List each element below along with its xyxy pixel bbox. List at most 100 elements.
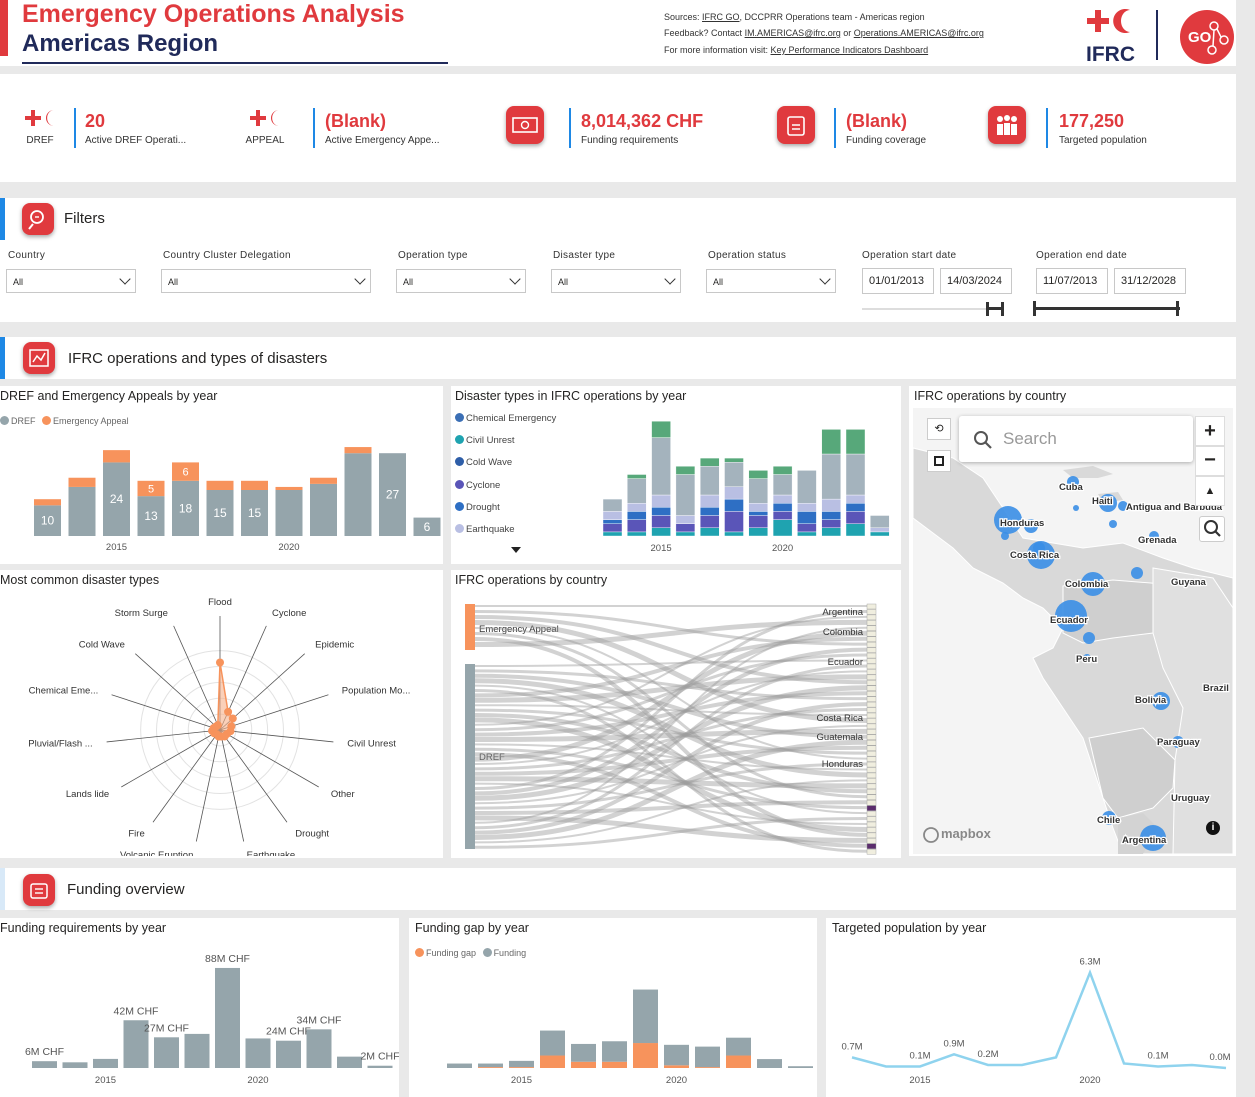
data-label: 5 — [148, 483, 154, 495]
funding-section-header: Funding overview — [0, 868, 1236, 910]
disaster-type-filter-select[interactable]: All — [551, 269, 681, 293]
radar-category-label: Pluvial/Flash ... — [28, 738, 92, 749]
sankey-target-node — [866, 685, 877, 691]
bar-segment — [821, 429, 841, 455]
kpi-funding-requirements-value: 8,014,362 CHF — [581, 111, 704, 131]
bar-segment — [724, 531, 744, 537]
sankey-target-node — [866, 832, 877, 839]
lasso-tool-button[interactable]: ⟲ — [927, 418, 951, 440]
dref-appeals-chart: 10 24 13 5 18 6 15 15 27 6 2015 2020 — [34, 447, 441, 553]
kpi-dashboard-link[interactable]: Key Performance Indicators Dashboard — [771, 45, 929, 55]
appeal-icon: APPEAL — [240, 108, 290, 146]
mapbox-attribution: mapbox — [941, 826, 992, 841]
operation-type-filter-select[interactable]: All — [396, 269, 526, 293]
data-label: 15 — [213, 506, 227, 520]
sankey-target-label: Argentina — [822, 607, 863, 618]
search-icon — [974, 431, 992, 449]
kpi-active-appeals-label: Active Emergency Appe... — [325, 135, 440, 146]
map-canvas[interactable]: Cuba Haiti Honduras Antigua and Barbuda … — [913, 408, 1233, 854]
bar-segment — [724, 511, 744, 533]
zoom-in-button[interactable]: + — [1195, 416, 1225, 446]
im-email-link[interactable]: IM.AMERICAS@ifrc.org — [745, 28, 841, 38]
sankey-target-node — [866, 609, 877, 615]
bar-funding-gap — [571, 1061, 596, 1068]
svg-text:GO: GO — [1188, 29, 1212, 46]
end-date-to[interactable]: 31/12/2028 — [1114, 268, 1186, 294]
radar-category-label: Epidemic — [315, 639, 354, 650]
zoom-out-button[interactable]: − — [1195, 446, 1225, 476]
legend-scroll-down-icon[interactable] — [511, 547, 521, 553]
bar-segment — [651, 527, 671, 537]
bar-funding — [540, 1030, 565, 1056]
map-search-box[interactable]: Search — [959, 416, 1193, 462]
data-label: 6 — [424, 520, 431, 534]
data-label: 0.7M — [841, 1041, 862, 1052]
bar-funding — [788, 1066, 813, 1068]
bar-funding — [757, 1059, 782, 1068]
country-filter-label: Country — [8, 250, 46, 261]
bar-funding — [478, 1063, 503, 1068]
bar-funding-gap — [509, 1067, 534, 1068]
legend-item[interactable]: Cyclone — [455, 479, 556, 502]
operation-status-filter-select[interactable]: All — [706, 269, 836, 293]
country-filter-select[interactable]: All — [6, 269, 136, 293]
radar-category-label: Earthquake — [247, 850, 296, 856]
data-label: 0.1M — [1147, 1050, 1168, 1061]
legend-item[interactable]: Civil Unrest — [455, 435, 556, 457]
info-icon[interactable]: i — [1206, 821, 1220, 835]
operations-email-link[interactable]: Operations.AMERICAS@ifrc.org — [854, 28, 984, 38]
bar-segment — [748, 515, 769, 529]
bar-segment — [675, 523, 696, 533]
bar-segment — [748, 470, 769, 479]
legend-item[interactable]: Drought — [455, 501, 556, 524]
page-subtitle: Americas Region — [22, 30, 219, 57]
bar-funding-gap — [726, 1055, 751, 1068]
cluster-filter-label: Country Cluster Delegation — [163, 250, 291, 261]
bar-segment — [675, 515, 696, 524]
ifrc-logo-text: IFRC — [1086, 43, 1135, 66]
select-tool-button[interactable] — [927, 450, 951, 472]
bar-appeal — [34, 499, 61, 506]
sankey-target-node — [866, 756, 877, 762]
bar-segment — [627, 531, 647, 537]
map-zoom-search-button[interactable] — [1199, 516, 1225, 542]
kpi-funding-requirements-label: Funding requirements — [581, 135, 679, 146]
sankey-target-node — [866, 620, 877, 626]
bar-segment — [651, 507, 671, 516]
title-accent-bar — [0, 0, 8, 56]
bar-segment — [772, 474, 793, 496]
header-panel: Emergency Operations Analysis Americas R… — [0, 0, 1236, 66]
start-date-from[interactable]: 01/01/2013 — [862, 268, 934, 294]
cluster-filter-select[interactable]: All — [161, 269, 371, 293]
legend-item[interactable]: Earthquake — [455, 523, 556, 546]
sankey-target-label: Ecuador — [828, 657, 863, 668]
end-date-from[interactable]: 11/07/2013 — [1036, 268, 1108, 294]
bar-segment — [772, 519, 793, 537]
go-logo[interactable]: GO — [1180, 10, 1234, 64]
bar-funding-requirement — [32, 1061, 57, 1068]
dref-appeals-legend: DREF Emergency Appeal — [0, 416, 129, 426]
end-date-slider-handle-left[interactable] — [1033, 301, 1036, 316]
end-date-slider-handle-right[interactable] — [1176, 301, 1179, 316]
svg-text:Haiti: Haiti — [1092, 496, 1113, 507]
end-date-label: Operation end date — [1036, 250, 1128, 261]
compass-button[interactable]: ▲ — [1195, 476, 1225, 506]
legend-item[interactable]: Cold Wave — [455, 457, 556, 479]
bar-appeal — [344, 447, 372, 454]
start-date-slider-handle[interactable] — [986, 302, 1004, 316]
sankey-target-node — [866, 625, 877, 631]
sankey-target-node — [866, 669, 877, 675]
common-disasters-title: Most common disaster types — [0, 573, 160, 587]
ifrc-go-link[interactable]: IFRC GO — [702, 12, 740, 22]
bar-segment — [748, 478, 769, 504]
map-card: IFRC operations by country Cuba Haiti Ho… — [909, 386, 1236, 856]
end-date-slider-track[interactable] — [1034, 307, 1180, 310]
disaster-icon — [23, 342, 55, 374]
bar-segment — [870, 531, 890, 537]
bar-segment — [675, 466, 696, 475]
start-date-to[interactable]: 14/03/2024 — [940, 268, 1012, 294]
legend-item[interactable]: Chemical Emergency — [455, 413, 556, 435]
sankey-target-label: Honduras — [822, 759, 863, 770]
radar-category-label: Chemical Eme... — [29, 685, 99, 696]
svg-text:Honduras: Honduras — [1000, 518, 1044, 529]
